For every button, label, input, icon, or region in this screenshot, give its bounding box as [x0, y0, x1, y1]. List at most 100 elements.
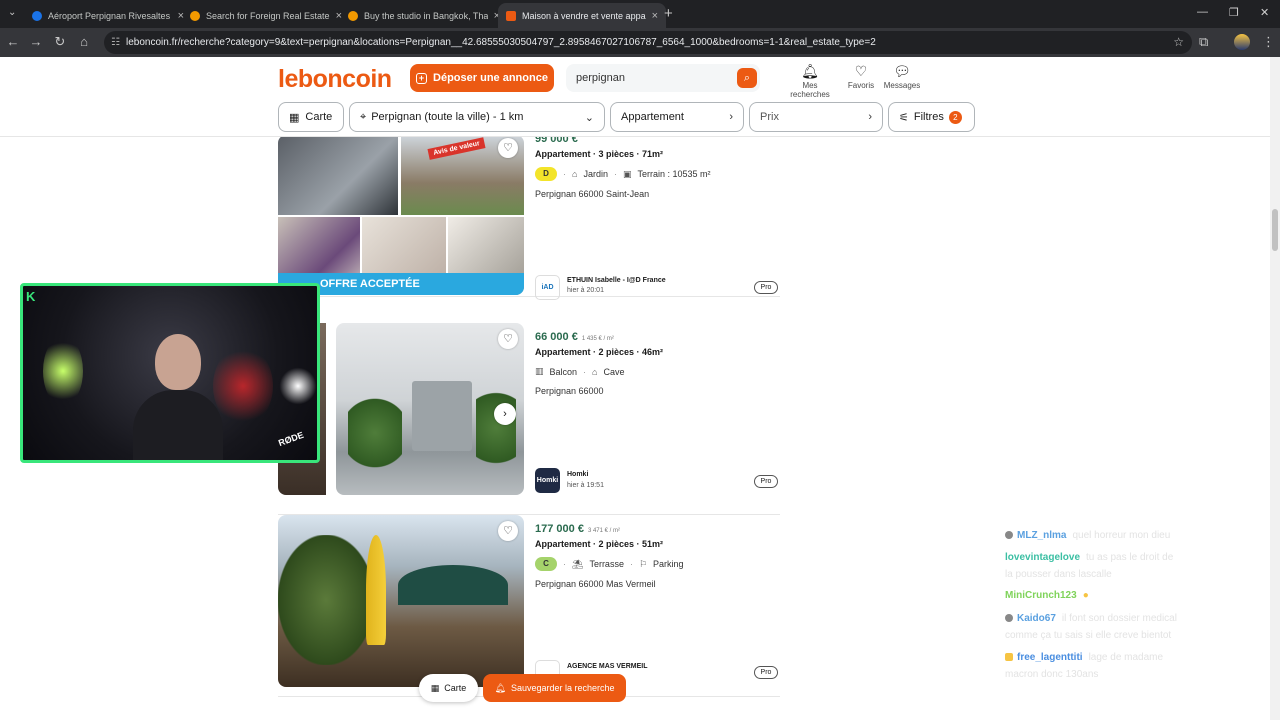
favorite-heart-icon[interactable]: ♡ — [498, 521, 518, 541]
messages-button[interactable]: 💬︎ Messages — [882, 63, 922, 90]
browser-tab-bar: ⌄ Aéroport Perpignan Rivesaltes × Search… — [0, 0, 1280, 28]
bell-icon: 🔔︎ — [494, 682, 506, 693]
price-filter-button[interactable]: Prix › — [749, 102, 883, 132]
chat-text: il font son dossier medical — [1061, 613, 1177, 624]
search-input[interactable]: perpignan ⌕ — [566, 64, 760, 92]
listing-card[interactable]: ♡ 177 000 €3 471 € / m² Appartement · 2 … — [278, 515, 780, 697]
map-pin-icon — [32, 10, 42, 21]
listing-title: Appartement · 2 pièces · 46m² — [535, 347, 664, 357]
chat-text: lage de madame — [1088, 652, 1164, 663]
save-search-label: Sauvegarder la recherche — [510, 683, 615, 693]
listing-time: hier à 19:51 — [567, 482, 604, 489]
seller-name: Homki — [567, 471, 589, 478]
my-searches-label: Mes recherches — [790, 81, 830, 99]
listing-features: C · ⛱︎ Terrasse · ⚐ Parking — [535, 557, 684, 571]
browser-menu-icon[interactable]: ⋮ — [1262, 34, 1275, 50]
listing-price: 177 000 €3 471 € / m² — [535, 523, 620, 535]
profile-avatar[interactable] — [1234, 34, 1250, 50]
tab-search-chevron-icon[interactable]: ⌄ — [8, 7, 16, 18]
listing-photo[interactable]: ♡ — [278, 515, 524, 687]
tab-title: Buy the studio in Bangkok, Tha — [364, 10, 488, 21]
plus-icon: + — [416, 72, 428, 84]
browser-tab[interactable]: Search for Foreign Real Estate × — [182, 3, 350, 28]
favorites-label: Favoris — [847, 81, 875, 90]
favorites-button[interactable]: ♡ Favoris — [843, 63, 879, 90]
leboncoin-favicon-icon — [506, 10, 516, 21]
bottom-map-button[interactable]: ▦ Carte — [419, 674, 478, 702]
extensions-icon[interactable]: ⧉ — [1199, 34, 1208, 50]
feature-label: Terrasse — [589, 559, 624, 569]
filters-count-badge: 2 — [948, 110, 962, 124]
favorite-heart-icon[interactable]: ♡ — [498, 138, 518, 158]
minimize-icon[interactable]: — — [1197, 6, 1208, 18]
filters-label: Filtres — [913, 111, 944, 123]
land-icon: ▣ — [622, 168, 632, 179]
close-window-icon[interactable]: ✕ — [1260, 6, 1269, 19]
browser-toolbar: ← → ↻ ⌂ ☷ leboncoin.fr/recherche?categor… — [0, 28, 1280, 57]
chat-badge-icon — [1005, 614, 1013, 623]
restore-icon[interactable]: ❐ — [1229, 6, 1239, 19]
ambient-light — [43, 336, 83, 406]
chat-message: Kaido67 il font son dossier medical — [1005, 613, 1177, 624]
feature-label: Balcon — [549, 366, 578, 377]
location-pin-icon: ⌖ — [360, 110, 367, 123]
chat-text: quel horreur mon dieu — [1072, 530, 1171, 541]
ambient-light — [278, 366, 317, 406]
browser-tab[interactable]: Aéroport Perpignan Rivesaltes × — [24, 3, 192, 28]
listing-price: 66 000 €1 435 € / m² — [535, 331, 614, 343]
tab-title: Search for Foreign Real Estate — [206, 10, 330, 21]
bookmark-star-icon[interactable]: ☆ — [1173, 31, 1184, 54]
new-tab-icon[interactable]: + — [664, 5, 673, 22]
property-type-label: Appartement — [621, 111, 684, 123]
forward-icon[interactable]: → — [28, 34, 44, 49]
garden-icon: ⌂ — [572, 169, 578, 179]
browser-tab-active[interactable]: Maison à vendre et vente appa × — [498, 3, 666, 28]
chevron-down-icon: ⌄ — [584, 111, 594, 124]
browser-tab[interactable]: Buy the studio in Bangkok, Tha × — [340, 3, 508, 28]
search-icon[interactable]: ⌕ — [737, 68, 757, 88]
home-icon[interactable]: ⌂ — [76, 34, 92, 49]
site-header: leboncoin + Déposer une annonce perpigna… — [0, 57, 1270, 137]
chat-text: tu as pas le droit de — [1086, 552, 1174, 563]
terrace-icon: ⛱︎ — [572, 558, 584, 569]
location-filter-button[interactable]: ⌖ Perpignan (toute la ville) - 1 km ⌄ — [349, 102, 605, 132]
my-searches-button[interactable]: 🔔︎ Mes recherches — [782, 63, 838, 99]
listing-card[interactable]: ♡ › 66 000 €1 435 € / m² Appartement · 2… — [278, 323, 780, 515]
kick-logo-icon: K — [26, 289, 36, 304]
scrollbar-thumb[interactable] — [1272, 209, 1278, 251]
streamer — [133, 316, 223, 460]
chat-badge-icon — [1005, 531, 1013, 540]
map-filter-button[interactable]: ▦ Carte — [278, 102, 344, 132]
feature-label: Parking — [653, 559, 684, 569]
chat-text: macron donc 130ans — [1005, 669, 1099, 680]
listing-location: Perpignan 66000 — [535, 386, 604, 396]
rode-mic-label: RØDE — [277, 429, 305, 449]
bottom-map-label: Carte — [444, 683, 467, 693]
more-filters-button[interactable]: ⚟ Filtres 2 — [888, 102, 975, 132]
chat-message: MiniCrunch123 ● — [1005, 590, 1089, 601]
save-search-button[interactable]: 🔔︎ Sauvegarder la recherche — [483, 674, 626, 702]
listing-card[interactable]: Avis de valeur OFFRE ACCEPTÉE ♡ 99 000 €… — [278, 117, 780, 300]
leboncoin-logo[interactable]: leboncoin — [278, 65, 392, 94]
page-scrollbar[interactable] — [1270, 57, 1280, 720]
chat-badge-icon — [1005, 653, 1013, 662]
energy-rating-badge: C — [535, 557, 557, 571]
close-icon[interactable]: × — [652, 10, 658, 22]
listing-photo[interactable]: Avis de valeur OFFRE ACCEPTÉE ♡ — [278, 135, 524, 295]
post-ad-button[interactable]: + Déposer une annonce — [410, 64, 554, 92]
property-type-filter-button[interactable]: Appartement › — [610, 102, 744, 132]
url-bar[interactable]: ☷ leboncoin.fr/recherche?category=9&text… — [104, 31, 1192, 54]
reload-icon[interactable]: ↻ — [52, 34, 68, 50]
map-icon: ▦ — [289, 111, 300, 124]
parking-icon: ⚐ — [638, 558, 648, 569]
listing-photo[interactable]: ♡ › — [336, 323, 524, 495]
favorite-heart-icon[interactable]: ♡ — [498, 329, 518, 349]
site-info-icon[interactable]: ☷ — [111, 31, 120, 54]
seller-logo: Homki — [535, 468, 560, 493]
chat-username: MLZ_nlma — [1017, 530, 1067, 541]
back-icon[interactable]: ← — [5, 34, 21, 49]
chevron-right-icon: › — [729, 111, 733, 123]
next-photo-arrow-icon[interactable]: › — [494, 403, 516, 425]
price-value: 177 000 € — [535, 523, 584, 535]
chat-username: Kaido67 — [1017, 613, 1056, 624]
